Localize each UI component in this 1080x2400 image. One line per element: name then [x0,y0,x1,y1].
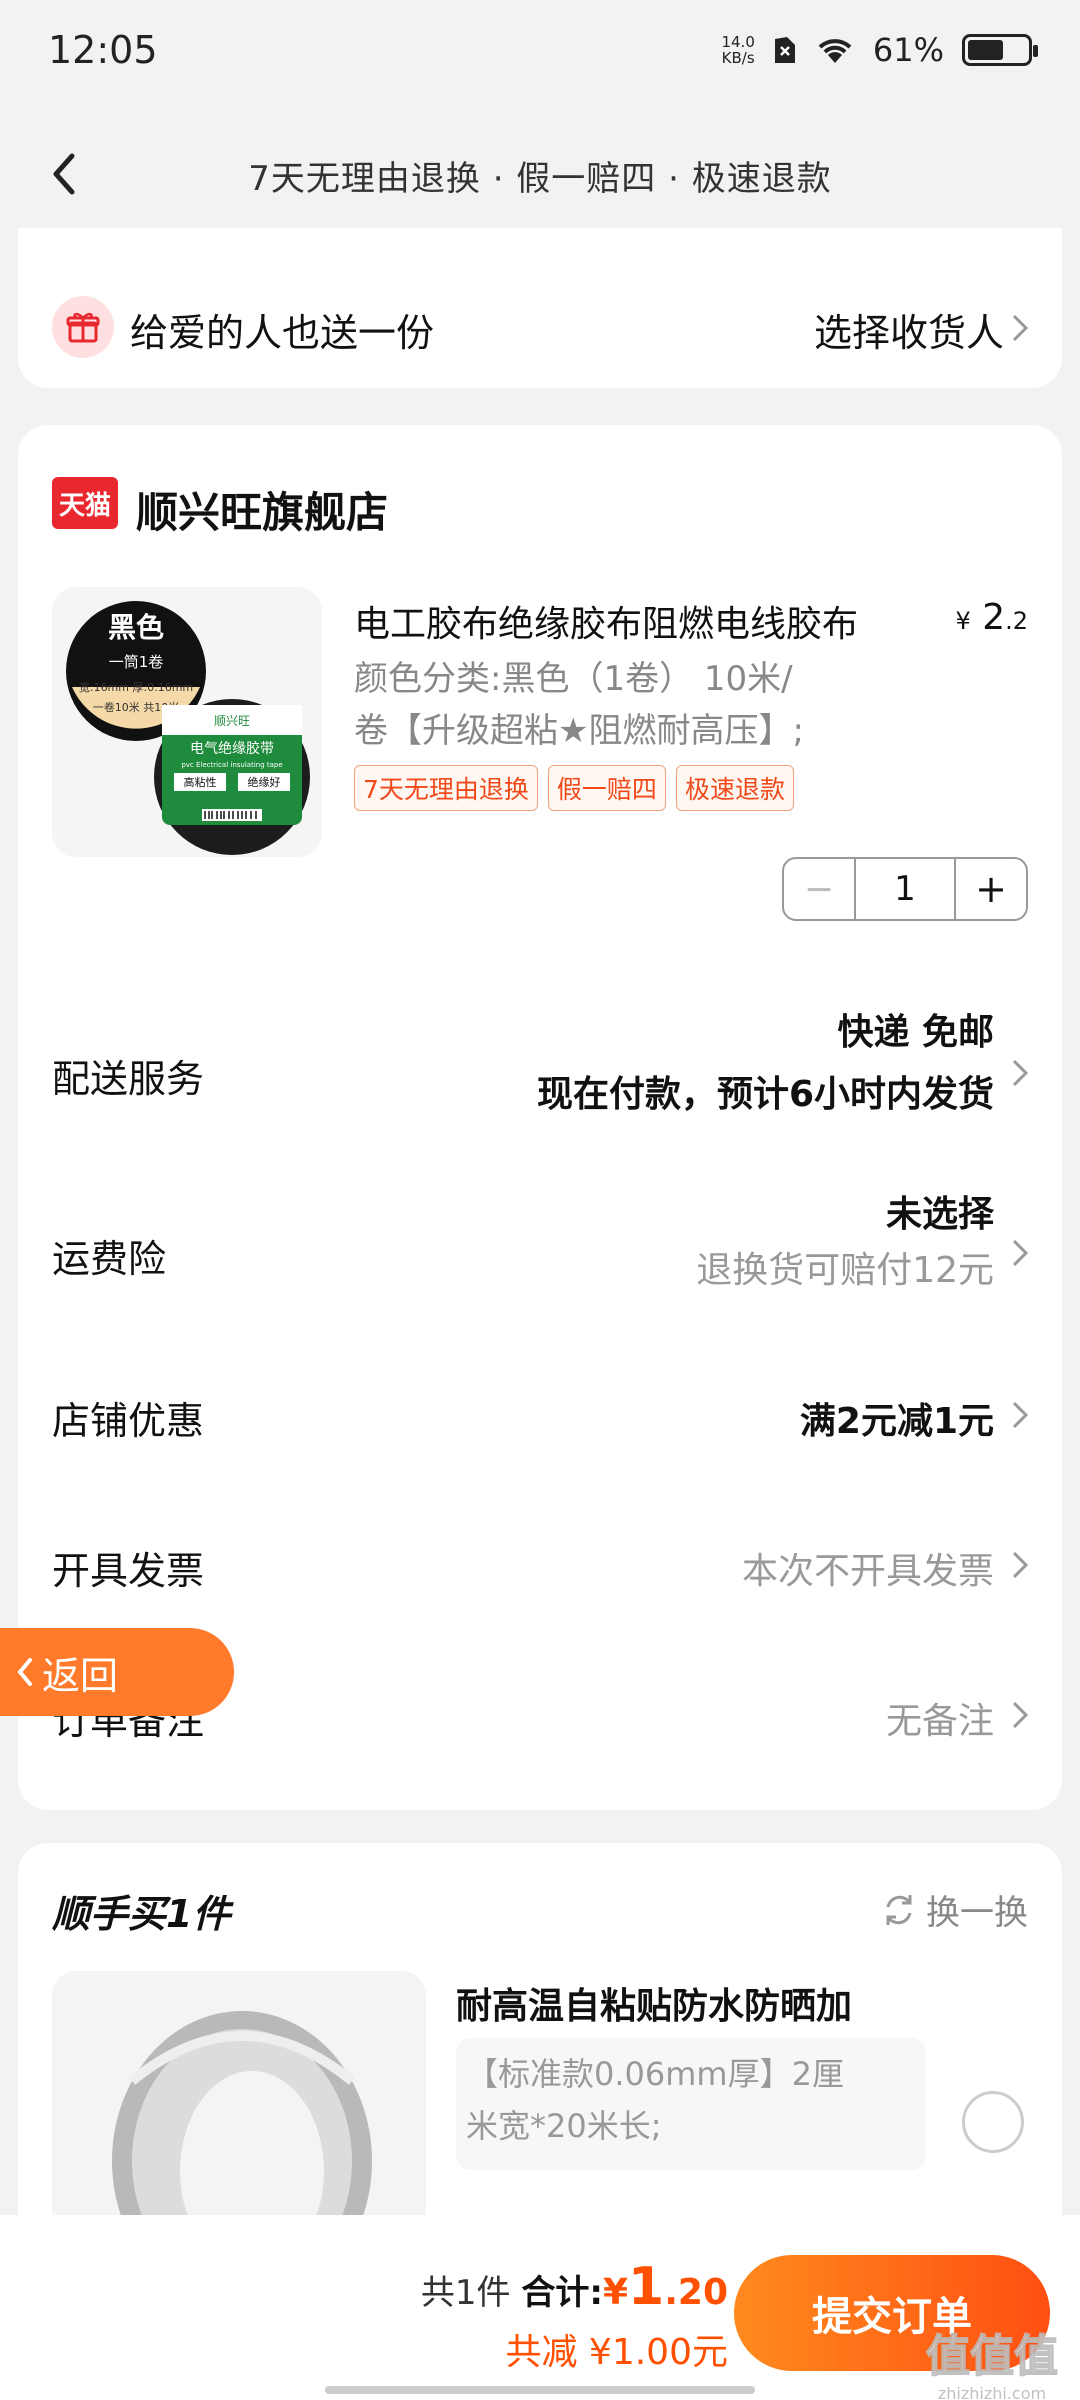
quantity-stepper: − 1 + [782,857,1028,921]
floating-back-button[interactable]: 返回 [0,1628,234,1716]
chevron-right-icon [1012,1239,1029,1267]
image-tape-en: pvc Electrical insulating tape [181,761,282,769]
image-size: 宽:16mm 厚:0.16mm [79,680,193,694]
product-title[interactable]: 电工胶布绝缘胶布阻燃电线胶布 [354,595,954,647]
gift-card[interactable]: 给爱的人也送一份 选择收货人 [18,228,1062,388]
savings-amount: 共减 ¥1.00元 [505,2332,728,2373]
coupon-value[interactable]: 满2元减1元 [800,1392,994,1444]
chevron-left-icon [17,1658,32,1686]
top-bar: 7天无理由退换 · 假一赔四 · 极速退款 [0,120,1080,230]
product-spec[interactable]: 颜色分类:黑色（1卷） 10米/ 卷【升级超粘★阻燃耐高压】; [354,653,914,757]
switch-button[interactable]: 换一换 [880,1885,1028,1934]
recommend-title: 顺手买1件 [52,1892,231,1936]
recommend-select-radio[interactable] [962,2091,1024,2153]
image-tape-name: 电气绝缘胶带 [190,740,274,757]
image-badge-color: 黑色 [108,611,164,644]
watermark: 值值值 zhizhizhi.com [925,2320,1059,2400]
delivery-row[interactable]: 快递 免邮 现在付款，预计6小时内发货 [537,1005,994,1129]
chevron-right-icon [1012,314,1029,342]
product-image[interactable]: 黑色 一筒1卷 宽:16mm 厚:0.16mm 一卷10米 共10米 顺兴旺 电… [52,587,322,857]
insurance-status: 未选择 [885,1194,994,1235]
order-summary: 共1件 合计:¥1.20 共减 ¥1.00元 [421,2257,728,2375]
watermark-logo: 值值值 [925,2330,1059,2383]
watermark-url: zhizhizhi.com [937,2384,1047,2400]
status-time: 12:05 [48,28,158,72]
insurance-desc: 退换货可赔付12元 [696,1250,994,1291]
refresh-icon [886,1894,912,1925]
chevron-right-icon [1012,1059,1029,1087]
decrease-button[interactable]: − [784,859,856,919]
insurance-label: 运费险 [52,1237,167,1281]
tmall-logo: 天猫 [52,477,118,529]
chevron-right-icon [1012,1701,1029,1729]
note-value[interactable]: 无备注 [886,1692,994,1744]
increase-button[interactable]: + [954,859,1026,919]
gift-text: 给爱的人也送一份 [130,311,435,355]
quantity-value[interactable]: 1 [856,859,954,919]
recommend-card: 顺手买1件 换一换 耐高温自粘贴防水防晒加 【标准款0.06mm厚】2厘 米宽*… [18,1843,1062,2271]
order-card: 天猫 顺兴旺旗舰店 黑色 一筒1卷 宽:16mm 厚:0.16mm 一卷10米 … [18,425,1062,1810]
invoice-value[interactable]: 本次不开具发票 [742,1542,994,1594]
select-recipient-link[interactable]: 选择收货人 [814,302,1004,357]
recommend-spec[interactable]: 【标准款0.06mm厚】2厘 米宽*20米长; [456,2038,926,2170]
page-title: 7天无理由退换 · 假一赔四 · 极速退款 [248,158,832,199]
tag-fake-compensate: 假一赔四 [547,765,666,811]
store-name[interactable]: 顺兴旺旗舰店 [136,479,388,540]
delivery-label: 配送服务 [52,1057,205,1101]
chevron-right-icon [1012,1551,1029,1579]
bottom-bar: 共1件 合计:¥1.20 共减 ¥1.00元 提交订单 [0,2215,1080,2400]
battery-percent: 61% [872,31,944,69]
wifi-icon [818,39,852,63]
gift-icon [52,296,114,358]
total-amount: ¥1.20 [602,2257,728,2317]
battery-level [968,40,1004,60]
battery-icon [962,34,1038,66]
coupon-label: 店铺优惠 [52,1399,205,1443]
chevron-right-icon [1012,1401,1029,1429]
floating-back-label: 返回 [42,1653,119,1698]
status-bar: 12:05 14.0 KB/s 61% [0,0,1080,100]
status-icons: 14.0 KB/s 61% [721,31,1038,69]
image-badge-roll: 一筒1卷 [109,653,164,671]
image-brand: 顺兴旺 [214,714,250,728]
delivery-estimate: 现在付款，预计6小时内发货 [536,1074,994,1115]
net-speed: 14.0 KB/s [721,33,755,67]
back-arrow-icon[interactable] [36,144,96,204]
service-tags: 7天无理由退换 假一赔四 极速退款 [354,765,794,811]
tag-7day-return: 7天无理由退换 [354,765,538,811]
product-price: ¥ 2.2 [955,597,1028,638]
insurance-row[interactable]: 未选择 退换货可赔付12元 [696,1190,994,1302]
total-label: 合计: [521,2273,603,2313]
home-indicator[interactable] [325,2386,755,2394]
image-feature-sticky: 高粘性 [184,775,217,789]
tag-fast-refund: 极速退款 [675,765,794,811]
invoice-label: 开具发票 [52,1549,205,1593]
delivery-method: 快递 免邮 [837,1012,994,1053]
switch-label: 换一换 [926,1893,1028,1933]
item-count: 共1件 [420,2273,511,2313]
recommend-name[interactable]: 耐高温自粘贴防水防晒加 [456,1977,852,2029]
image-feature-insulate: 绝缘好 [248,775,281,789]
sim-off-icon [774,37,795,63]
